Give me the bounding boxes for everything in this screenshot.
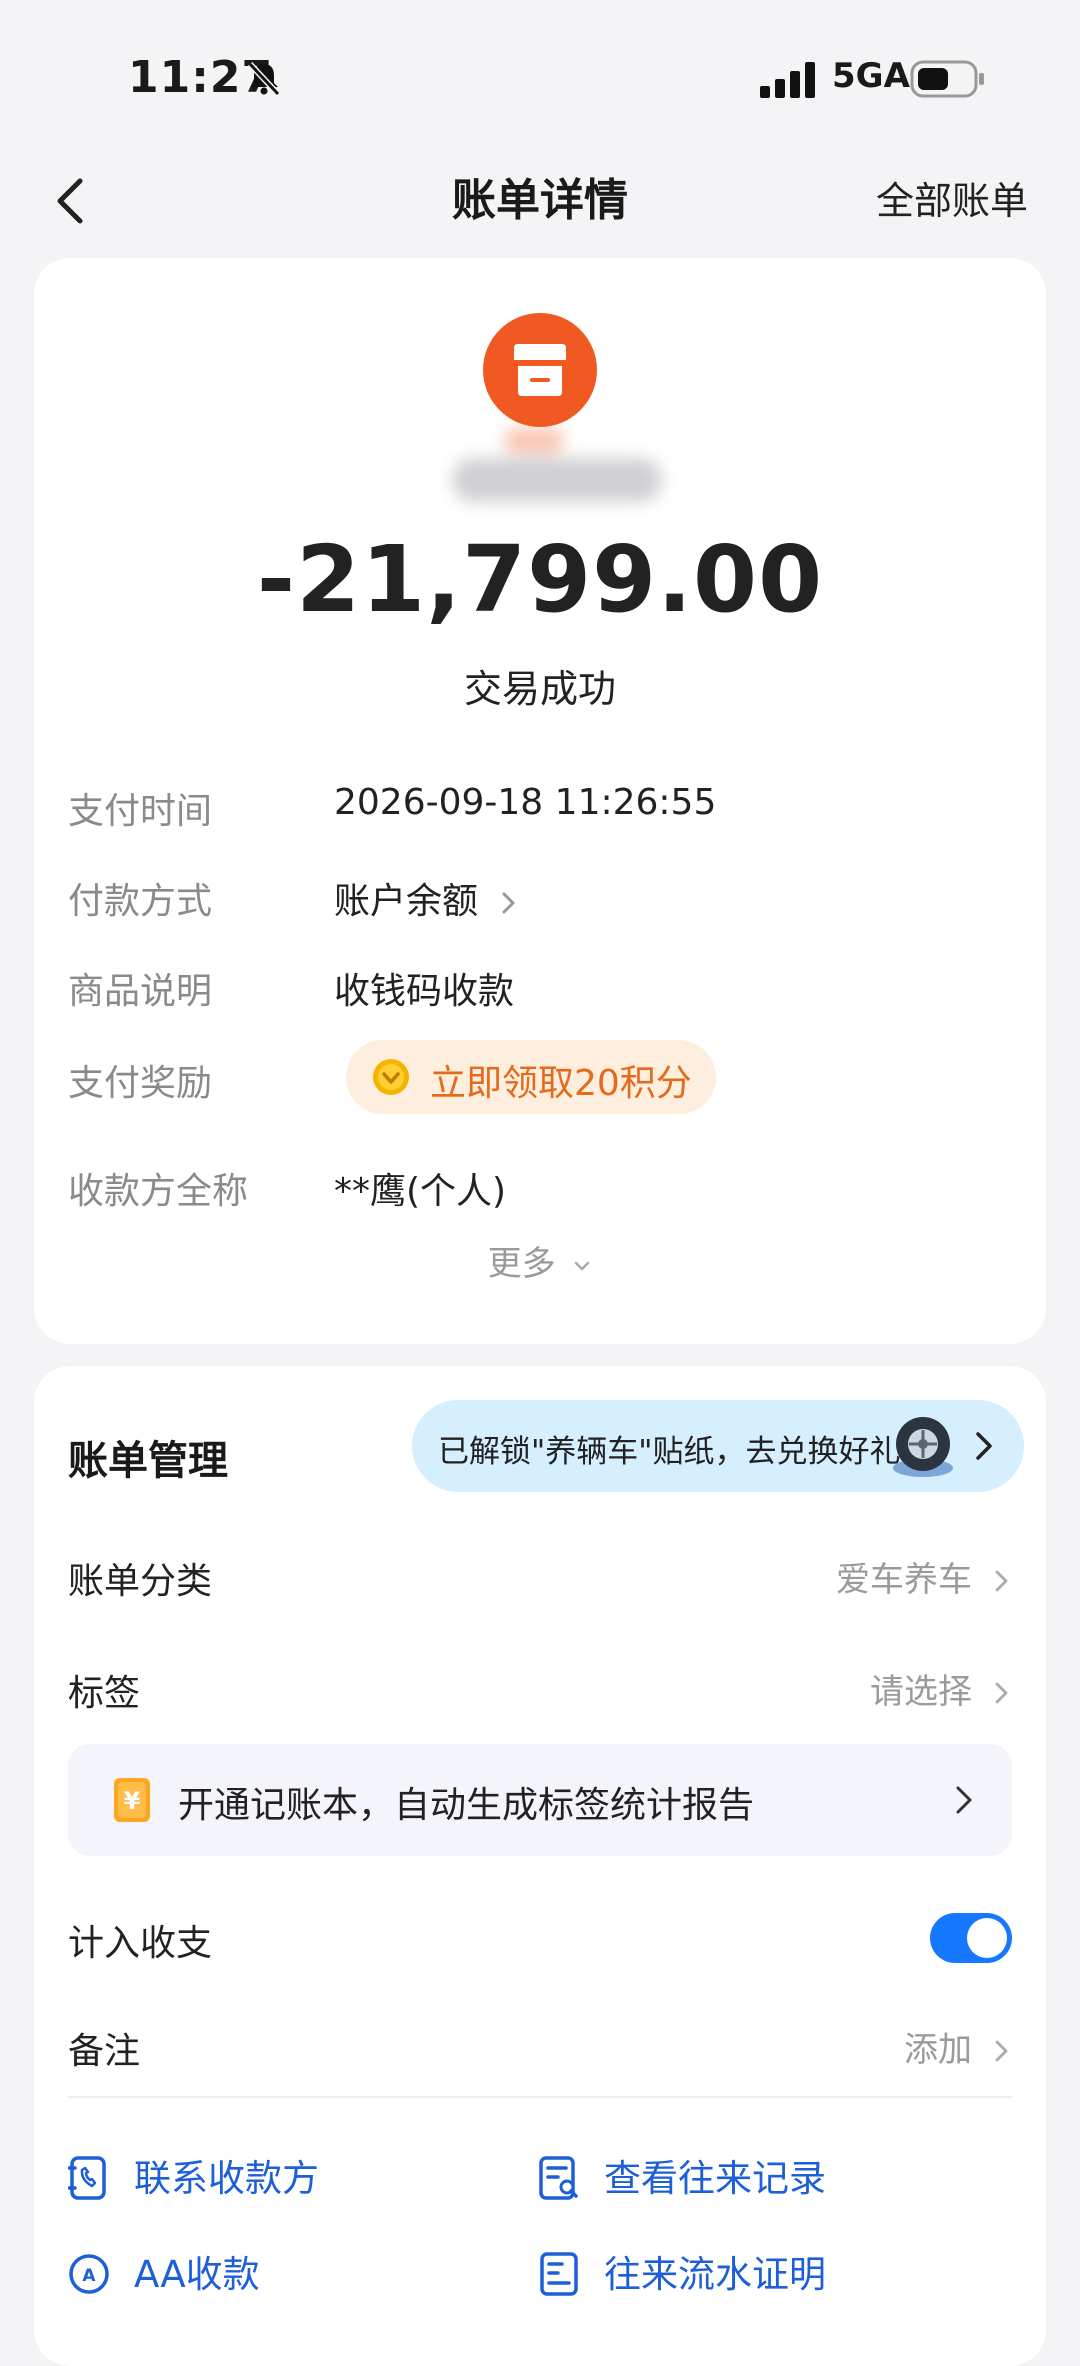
- chevron-right-icon: [502, 892, 515, 914]
- nav-bar: 账单详情 全部账单: [0, 150, 1080, 260]
- svg-text:¥: ¥: [124, 1787, 141, 1815]
- detail-row-description: 商品说明 收钱码收款: [68, 962, 1012, 1022]
- detail-label: 付款方式: [68, 881, 213, 922]
- merchant-logo: [483, 313, 597, 427]
- all-bills-link[interactable]: 全部账单: [876, 170, 1028, 225]
- divider: [68, 2096, 1012, 2098]
- detail-row-payee: 收款方全称 **鹰(个人): [68, 1162, 1012, 1222]
- row-value: 添加: [904, 2030, 972, 2070]
- ledger-yuan-icon: ¥: [114, 1778, 150, 1822]
- chevron-right-icon: [976, 1432, 992, 1460]
- more-details-toggle[interactable]: 更多: [34, 1236, 1046, 1285]
- network-type: 5GA: [832, 56, 910, 96]
- detail-row-reward: 支付奖励 立即领取20积分: [68, 1040, 1012, 1114]
- detail-row-pay-method[interactable]: 付款方式 账户余额: [68, 872, 1012, 932]
- detail-label: 收款方全称: [68, 1171, 249, 1212]
- points-coin-icon: [373, 1059, 409, 1095]
- svg-text:A: A: [82, 2266, 96, 2286]
- merchant-name-redacted: [452, 458, 662, 502]
- note-row[interactable]: 备注 添加: [68, 2022, 1012, 2082]
- detail-value: 2026-09-18 11:26:55: [334, 782, 717, 823]
- transaction-status: 交易成功: [463, 667, 616, 711]
- chevron-down-icon: [575, 1261, 590, 1270]
- claim-points-label: 立即领取20积分: [430, 1063, 692, 1104]
- toggle-knob: [967, 1918, 1007, 1958]
- detail-label: 支付奖励: [68, 1063, 213, 1104]
- status-bar: 11:27 5GA: [0, 0, 1080, 150]
- tag-row[interactable]: 标签 请选择: [68, 1664, 1012, 1724]
- ledger-banner-text: 开通记账本，自动生成标签统计报告: [178, 1785, 755, 1826]
- detail-value-with-chevron[interactable]: 账户余额: [334, 872, 519, 924]
- detail-label: 支付时间: [68, 791, 213, 832]
- transaction-card: -21,799.00 交易成功 支付时间 2026-09-18 11:26:55…: [34, 258, 1046, 1344]
- statement-icon: [540, 2252, 578, 2296]
- bill-management-card: 账单管理 已解锁"养辆车"贴纸，去兑换好礼 账单分类 爱车养车 标签 请选择 ¥…: [34, 1366, 1046, 2366]
- include-in-budget-row: 计入收支: [68, 1914, 1012, 1974]
- action-label: 往来流水证明: [604, 2253, 826, 2296]
- bill-category-row[interactable]: 账单分类 爱车养车: [68, 1552, 1012, 1612]
- action-label: AA收款: [134, 2253, 260, 2296]
- sticker-banner-text: 已解锁"养辆车"贴纸，去兑换好礼: [438, 1434, 901, 1470]
- detail-value: 收钱码收款: [334, 971, 515, 1012]
- more-label: 更多: [487, 1244, 556, 1284]
- claim-points-button[interactable]: 立即领取20积分: [346, 1040, 716, 1114]
- chevron-right-icon: [995, 1682, 1008, 1704]
- detail-label: 商品说明: [68, 971, 213, 1012]
- records-search-icon: [539, 2156, 578, 2200]
- action-label: 联系收款方: [134, 2157, 319, 2200]
- detail-value: 账户余额: [334, 881, 479, 922]
- ledger-promo-banner[interactable]: ¥ 开通记账本，自动生成标签统计报告: [68, 1744, 1012, 1856]
- phone-contact-icon: [68, 2156, 106, 2200]
- row-label: 备注: [68, 2031, 141, 2072]
- aa-icon: A: [69, 2254, 109, 2294]
- chevron-right-icon: [995, 2040, 1008, 2062]
- store-icon: [514, 344, 566, 396]
- transaction-amount: -21,799.00: [256, 526, 824, 633]
- detail-row-pay-time: 支付时间 2026-09-18 11:26:55: [68, 782, 1012, 842]
- chevron-right-icon: [995, 1570, 1008, 1592]
- row-label: 计入收支: [68, 1923, 213, 1964]
- row-label: 标签: [68, 1673, 141, 1714]
- chevron-right-icon: [956, 1786, 972, 1814]
- include-in-budget-toggle[interactable]: [930, 1913, 1012, 1963]
- row-label: 账单分类: [68, 1561, 213, 1602]
- tire-icon: [893, 1417, 953, 1477]
- sticker-reward-banner[interactable]: 已解锁"养辆车"贴纸，去兑换好礼: [412, 1400, 1024, 1492]
- battery-icon: [910, 60, 984, 98]
- merchant-name-redacted-accent: [504, 428, 564, 454]
- signal-icon: [760, 62, 815, 98]
- row-value: 请选择: [870, 1672, 972, 1712]
- action-label: 查看往来记录: [604, 2157, 826, 2200]
- row-value: 爱车养车: [836, 1560, 972, 1600]
- detail-value: **鹰(个人): [334, 1171, 507, 1212]
- bell-muted-icon: [247, 61, 281, 97]
- section-title: 账单管理: [68, 1438, 228, 1484]
